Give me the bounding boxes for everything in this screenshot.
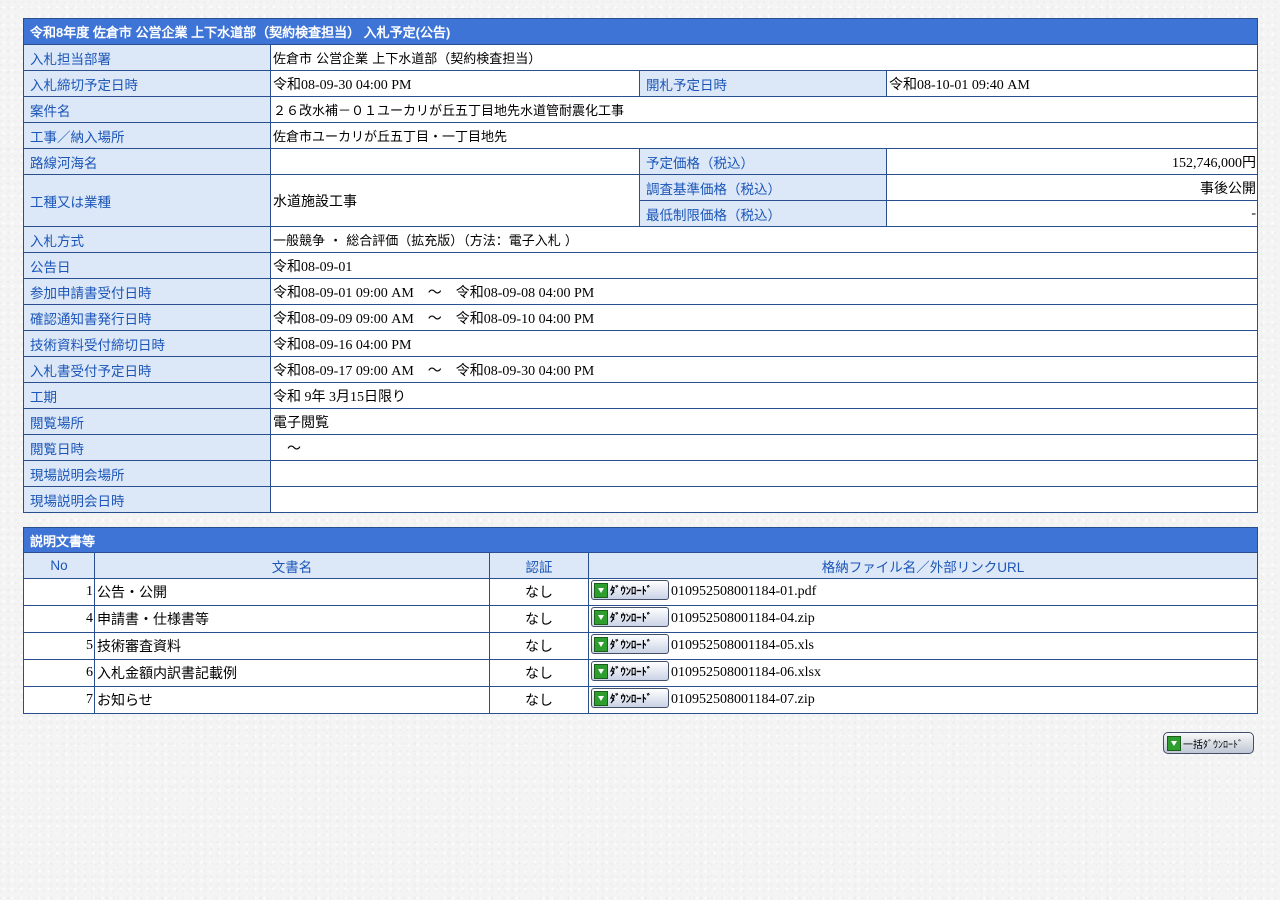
table-row: 1 公告・公開 なし ﾀﾞｳﾝﾛｰﾄﾞ 010952508001184-01.pd… <box>23 578 1259 606</box>
doc-file-cell: ﾀﾞｳﾝﾛｰﾄﾞ 010952508001184-07.zip <box>587 686 1259 714</box>
bulk-download-button[interactable]: 一括ﾀﾞｳﾝﾛｰﾄﾞ <box>1163 732 1254 754</box>
doc-auth: なし <box>489 578 589 606</box>
site-date-value <box>269 486 1259 513</box>
doc-file-name: 010952508001184-04.zip <box>671 611 815 626</box>
route-value <box>270 148 640 175</box>
col-header-auth: 認証 <box>489 552 589 579</box>
download-arrow-icon <box>594 690 608 706</box>
tech-doc-value: 令和08-09-16 04:00 PM <box>269 330 1259 357</box>
doc-file-cell: ﾀﾞｳﾝﾛｰﾄﾞ 010952508001184-05.xls <box>587 632 1259 660</box>
download-button[interactable]: ﾀﾞｳﾝﾛｰﾄﾞ <box>591 661 669 681</box>
table-row: 7 お知らせ なし ﾀﾞｳﾝﾛｰﾄﾞ 010952508001184-07.zip <box>23 686 1259 714</box>
category-label: 工種又は業種 <box>23 174 271 227</box>
table-row: 5 技術審査資料 なし ﾀﾞｳﾝﾛｰﾄﾞ 010952508001184-05.x… <box>23 632 1259 660</box>
application-value: 令和08-09-01 09:00 AM ～ 令和08-09-08 04:00 P… <box>269 278 1259 305</box>
survey-price-label: 調査基準価格（税込） <box>639 174 887 201</box>
doc-file-cell: ﾀﾞｳﾝﾛｰﾄﾞ 010952508001184-06.xlsx <box>587 659 1259 687</box>
download-button[interactable]: ﾀﾞｳﾝﾛｰﾄﾞ <box>591 580 669 600</box>
opening-label: 開札予定日時 <box>639 70 887 97</box>
period-value: 令和 9年 3月15日限り <box>269 382 1259 409</box>
doc-no: 1 <box>23 578 95 606</box>
doc-name: 技術審査資料 <box>94 632 490 660</box>
download-button[interactable]: ﾀﾞｳﾝﾛｰﾄﾞ <box>591 688 669 708</box>
tech-doc-label: 技術資料受付締切日時 <box>23 330 271 357</box>
doc-name: 入札金額内訳書記載例 <box>94 659 490 687</box>
table-row: 6 入札金額内訳書記載例 なし ﾀﾞｳﾝﾛｰﾄﾞ 010952508001184-… <box>23 659 1259 687</box>
doc-auth: なし <box>489 632 589 660</box>
category-value: 水道施設工事 <box>270 174 640 227</box>
method-value: 一般競争 ・ 総合評価（拡充版）（方法：電子入札 ） <box>269 226 1259 253</box>
notice-date-value: 令和08-09-01 <box>269 252 1259 279</box>
download-arrow-icon <box>594 609 608 625</box>
col-header-name: 文書名 <box>94 552 490 579</box>
project-value: ２６改水補－０１ユーカリが丘五丁目地先水道管耐震化工事 <box>269 96 1259 123</box>
doc-auth: なし <box>489 686 589 714</box>
viewing-place-value: 電子閲覧 <box>269 408 1259 435</box>
doc-file-name: 010952508001184-07.zip <box>671 692 815 707</box>
download-arrow-icon <box>594 582 608 598</box>
bid-info-table: 令和8年度 佐倉市 公営企業 上下水道部（契約検査担当） 入札予定(公告) 入札… <box>22 18 1259 513</box>
doc-no: 4 <box>23 605 95 633</box>
site-place-value <box>269 460 1259 487</box>
doc-no: 6 <box>23 659 95 687</box>
min-price-value: - <box>885 200 1259 227</box>
documents-table: 説明文書等 No 文書名 認証 格納ファイル名／外部リンクURL 1 公告・公開… <box>22 527 1259 714</box>
doc-no: 5 <box>23 632 95 660</box>
project-label: 案件名 <box>23 96 271 123</box>
download-button-label: ﾀﾞｳﾝﾛｰﾄﾞ <box>610 638 652 651</box>
location-label: 工事／納入場所 <box>23 122 271 149</box>
download-button-label: ﾀﾞｳﾝﾛｰﾄﾞ <box>610 584 652 597</box>
col-header-no: No <box>23 552 95 579</box>
doc-no: 7 <box>23 686 95 714</box>
dept-label: 入札担当部署 <box>23 44 271 71</box>
method-label: 入札方式 <box>23 226 271 253</box>
application-label: 参加申請書受付日時 <box>23 278 271 305</box>
confirmation-label: 確認通知書発行日時 <box>23 304 271 331</box>
bid-receipt-value: 令和08-09-17 09:00 AM ～ 令和08-09-30 04:00 P… <box>269 356 1259 383</box>
doc-name: お知らせ <box>94 686 490 714</box>
viewing-date-label: 閲覧日時 <box>23 434 271 461</box>
download-button-label: ﾀﾞｳﾝﾛｰﾄﾞ <box>610 692 652 705</box>
location-value: 佐倉市ユーカリが丘五丁目・一丁目地先 <box>269 122 1259 149</box>
table-row: 4 申請書・仕様書等 なし ﾀﾞｳﾝﾛｰﾄﾞ 010952508001184-04… <box>23 605 1259 633</box>
period-label: 工期 <box>23 382 271 409</box>
download-button[interactable]: ﾀﾞｳﾝﾛｰﾄﾞ <box>591 607 669 627</box>
confirmation-value: 令和08-09-09 09:00 AM ～ 令和08-09-10 04:00 P… <box>269 304 1259 331</box>
planned-price-value: 152,746,000円 <box>885 148 1259 175</box>
doc-name: 申請書・仕様書等 <box>94 605 490 633</box>
doc-auth: なし <box>489 659 589 687</box>
site-date-label: 現場説明会日時 <box>23 486 271 513</box>
doc-name: 公告・公開 <box>94 578 490 606</box>
download-arrow-icon <box>594 663 608 679</box>
doc-file-cell: ﾀﾞｳﾝﾛｰﾄﾞ 010952508001184-04.zip <box>587 605 1259 633</box>
dept-value: 佐倉市 公営企業 上下水道部（契約検査担当） <box>269 44 1259 71</box>
download-button-label: ﾀﾞｳﾝﾛｰﾄﾞ <box>610 665 652 678</box>
planned-price-label: 予定価格（税込） <box>639 148 887 175</box>
route-label: 路線河海名 <box>23 148 271 175</box>
doc-file-name: 010952508001184-06.xlsx <box>671 665 821 680</box>
deadline-value: 令和08-09-30 04:00 PM <box>270 70 640 97</box>
download-arrow-icon <box>594 636 608 652</box>
bid-receipt-label: 入札書受付予定日時 <box>23 356 271 383</box>
site-place-label: 現場説明会場所 <box>23 460 271 487</box>
viewing-place-label: 閲覧場所 <box>23 408 271 435</box>
deadline-label: 入札締切予定日時 <box>23 70 271 97</box>
doc-file-cell: ﾀﾞｳﾝﾛｰﾄﾞ 010952508001184-01.pdf <box>587 578 1259 606</box>
documents-caption: 説明文書等 <box>22 527 1259 553</box>
doc-file-name: 010952508001184-05.xls <box>671 638 814 653</box>
download-button[interactable]: ﾀﾞｳﾝﾛｰﾄﾞ <box>591 634 669 654</box>
bulk-download-label: 一括ﾀﾞｳﾝﾛｰﾄﾞ <box>1183 739 1243 751</box>
min-price-label: 最低制限価格（税込） <box>639 200 887 227</box>
bid-info-caption: 令和8年度 佐倉市 公営企業 上下水道部（契約検査担当） 入札予定(公告) <box>22 18 1259 45</box>
notice-date-label: 公告日 <box>23 252 271 279</box>
opening-value: 令和08-10-01 09:40 AM <box>885 70 1259 97</box>
doc-auth: なし <box>489 605 589 633</box>
bulk-download-icon <box>1167 735 1181 751</box>
col-header-file: 格納ファイル名／外部リンクURL <box>587 552 1259 579</box>
doc-file-name: 010952508001184-01.pdf <box>671 584 817 599</box>
viewing-date-value: ～ <box>269 434 1259 461</box>
survey-price-value: 事後公開 <box>885 174 1259 201</box>
download-button-label: ﾀﾞｳﾝﾛｰﾄﾞ <box>610 611 652 624</box>
